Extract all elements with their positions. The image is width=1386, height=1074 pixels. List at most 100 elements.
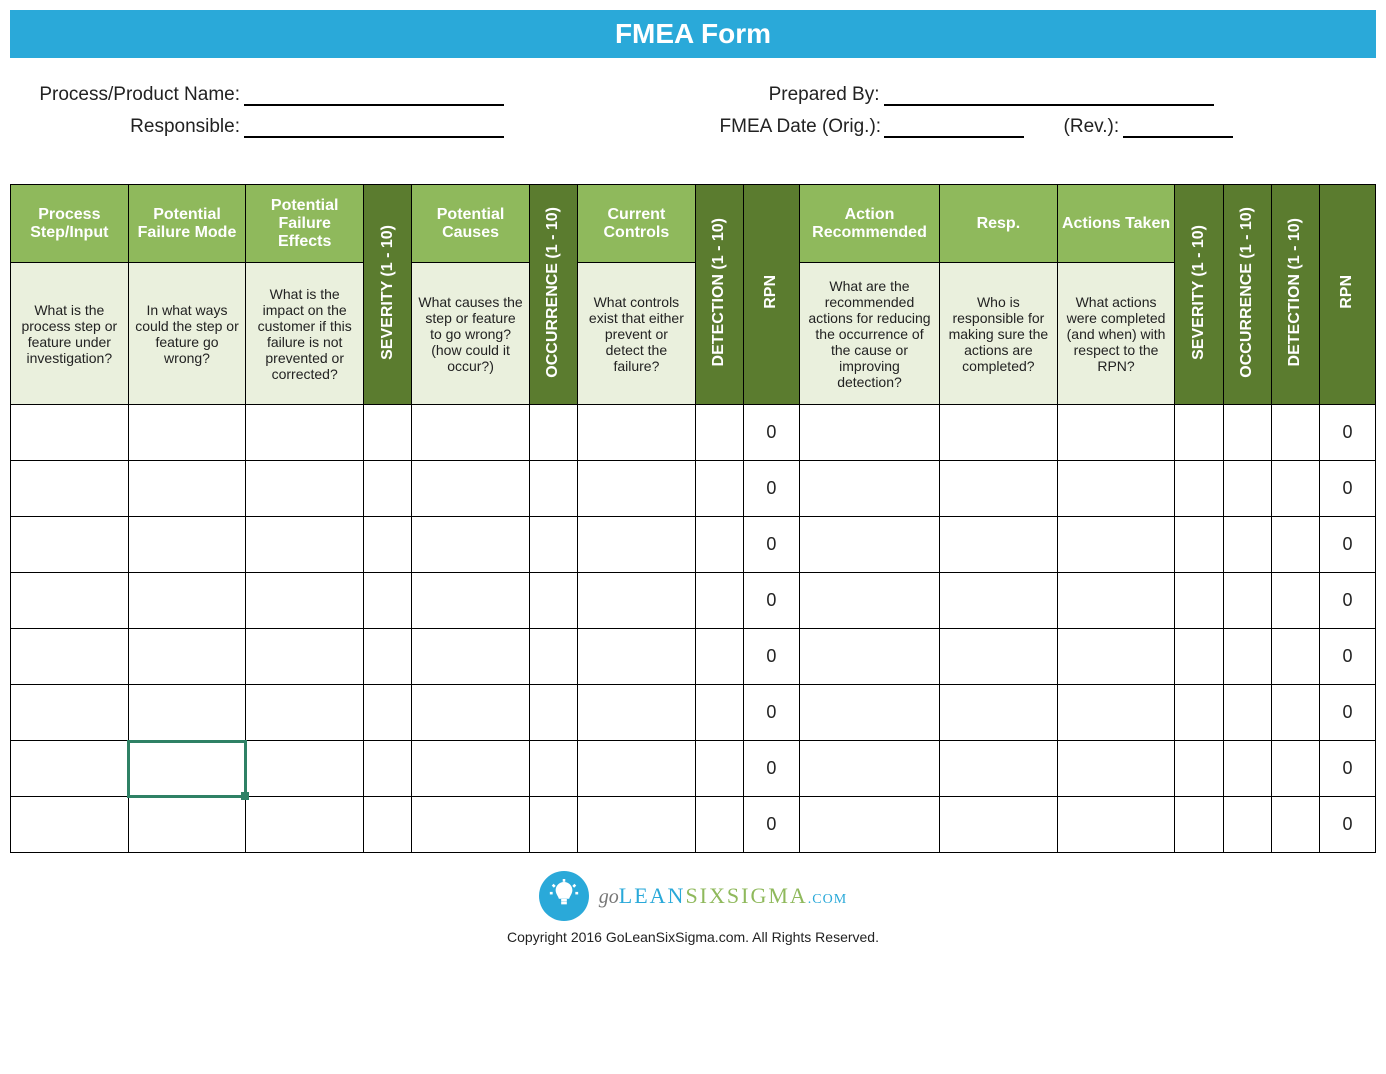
table-cell[interactable]: 0 (1319, 629, 1375, 685)
table-cell[interactable] (1175, 461, 1223, 517)
table-cell[interactable] (364, 461, 412, 517)
table-cell[interactable] (1223, 629, 1271, 685)
table-cell[interactable] (799, 461, 939, 517)
table-cell[interactable] (412, 573, 530, 629)
table-cell[interactable] (1175, 741, 1223, 797)
table-cell[interactable] (529, 629, 577, 685)
table-cell[interactable] (799, 405, 939, 461)
table-cell[interactable] (412, 461, 530, 517)
table-cell[interactable] (578, 573, 696, 629)
table-cell[interactable] (11, 573, 129, 629)
table-cell[interactable] (128, 573, 246, 629)
table-cell[interactable] (1223, 741, 1271, 797)
table-cell[interactable]: 0 (1319, 461, 1375, 517)
table-cell[interactable] (578, 461, 696, 517)
table-cell[interactable] (695, 797, 743, 853)
table-cell[interactable] (246, 685, 364, 741)
table-cell[interactable] (1057, 741, 1175, 797)
table-cell[interactable] (1223, 685, 1271, 741)
table-cell[interactable]: 0 (1319, 573, 1375, 629)
table-cell[interactable] (1175, 797, 1223, 853)
table-cell[interactable]: 0 (1319, 405, 1375, 461)
table-cell[interactable] (799, 517, 939, 573)
table-cell[interactable] (1223, 797, 1271, 853)
table-cell[interactable] (695, 461, 743, 517)
table-cell[interactable] (1271, 517, 1319, 573)
table-cell[interactable] (128, 741, 246, 797)
input-responsible[interactable] (244, 116, 504, 138)
table-cell[interactable] (1175, 685, 1223, 741)
table-cell[interactable] (940, 629, 1058, 685)
table-cell[interactable] (364, 685, 412, 741)
table-cell[interactable] (128, 517, 246, 573)
table-cell[interactable] (1223, 461, 1271, 517)
table-cell[interactable]: 0 (743, 629, 799, 685)
table-cell[interactable] (412, 741, 530, 797)
table-cell[interactable] (246, 797, 364, 853)
table-cell[interactable]: 0 (743, 573, 799, 629)
input-process-name[interactable] (244, 84, 504, 106)
table-cell[interactable] (1057, 573, 1175, 629)
table-cell[interactable]: 0 (743, 405, 799, 461)
table-cell[interactable] (11, 797, 129, 853)
table-cell[interactable] (799, 629, 939, 685)
table-cell[interactable] (11, 685, 129, 741)
table-cell[interactable] (940, 685, 1058, 741)
table-cell[interactable] (11, 461, 129, 517)
table-cell[interactable] (529, 573, 577, 629)
table-cell[interactable] (578, 629, 696, 685)
table-cell[interactable] (364, 629, 412, 685)
table-cell[interactable] (695, 629, 743, 685)
table-cell[interactable]: 0 (743, 517, 799, 573)
table-cell[interactable] (1223, 573, 1271, 629)
table-cell[interactable]: 0 (1319, 517, 1375, 573)
table-cell[interactable] (940, 797, 1058, 853)
table-cell[interactable] (1057, 517, 1175, 573)
table-cell[interactable] (578, 517, 696, 573)
table-cell[interactable] (940, 573, 1058, 629)
table-cell[interactable] (1271, 405, 1319, 461)
table-cell[interactable] (695, 741, 743, 797)
table-cell[interactable]: 0 (743, 797, 799, 853)
table-cell[interactable] (1271, 461, 1319, 517)
table-cell[interactable] (412, 629, 530, 685)
table-cell[interactable] (128, 461, 246, 517)
table-cell[interactable]: 0 (1319, 741, 1375, 797)
table-cell[interactable]: 0 (743, 741, 799, 797)
table-cell[interactable] (246, 517, 364, 573)
table-cell[interactable] (695, 573, 743, 629)
table-cell[interactable] (246, 461, 364, 517)
table-cell[interactable] (412, 405, 530, 461)
input-prepared-by[interactable] (884, 84, 1214, 106)
table-cell[interactable] (1175, 405, 1223, 461)
table-cell[interactable] (364, 741, 412, 797)
table-cell[interactable] (246, 405, 364, 461)
table-cell[interactable] (128, 629, 246, 685)
table-cell[interactable] (695, 685, 743, 741)
table-cell[interactable] (1223, 405, 1271, 461)
table-cell[interactable] (364, 517, 412, 573)
table-cell[interactable] (364, 573, 412, 629)
table-cell[interactable] (578, 797, 696, 853)
table-cell[interactable] (1057, 797, 1175, 853)
table-cell[interactable] (799, 741, 939, 797)
table-cell[interactable] (799, 797, 939, 853)
table-cell[interactable] (940, 741, 1058, 797)
table-cell[interactable] (1271, 685, 1319, 741)
table-cell[interactable] (940, 461, 1058, 517)
table-cell[interactable] (364, 797, 412, 853)
table-cell[interactable] (1223, 517, 1271, 573)
table-cell[interactable] (1057, 629, 1175, 685)
table-cell[interactable] (412, 685, 530, 741)
table-cell[interactable] (246, 573, 364, 629)
table-cell[interactable] (364, 405, 412, 461)
table-cell[interactable]: 0 (1319, 685, 1375, 741)
table-cell[interactable] (1271, 797, 1319, 853)
table-cell[interactable] (1057, 461, 1175, 517)
table-cell[interactable] (529, 741, 577, 797)
table-cell[interactable] (1175, 517, 1223, 573)
table-cell[interactable] (1271, 741, 1319, 797)
table-cell[interactable] (695, 405, 743, 461)
input-fmea-date[interactable] (884, 116, 1024, 138)
table-cell[interactable]: 0 (743, 461, 799, 517)
